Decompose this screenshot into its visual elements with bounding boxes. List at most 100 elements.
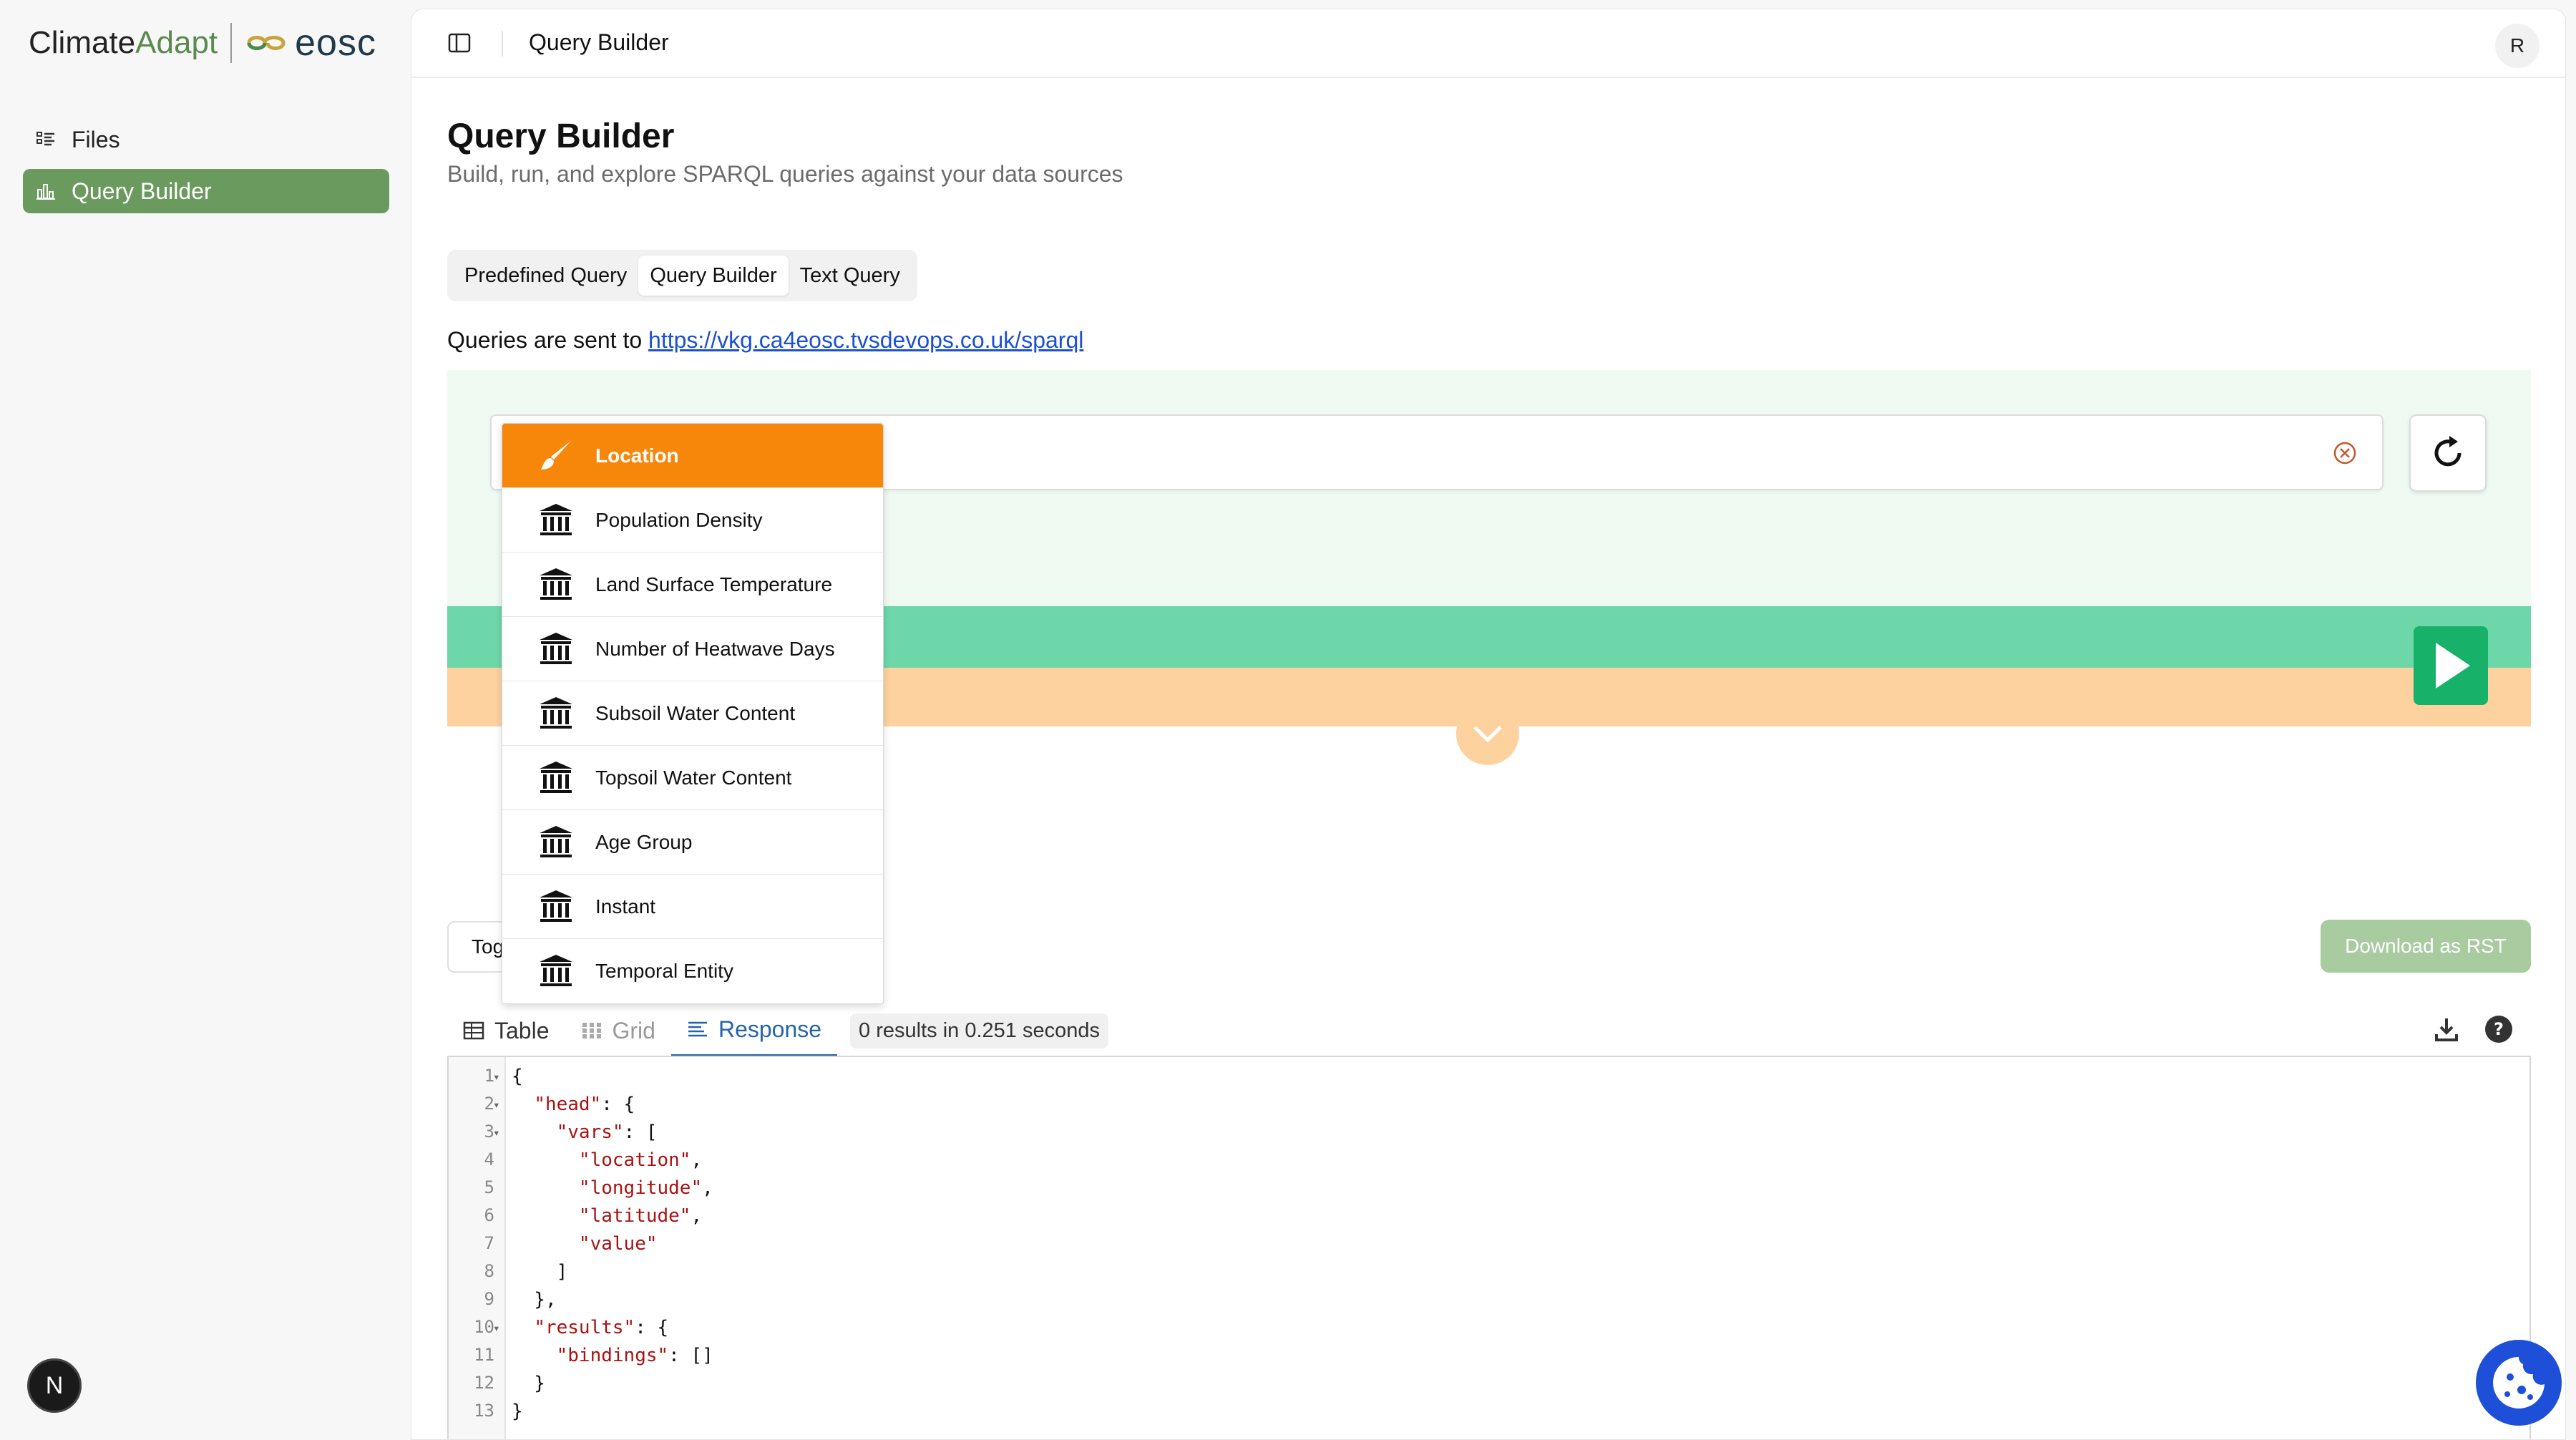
dropdown-item-age-group[interactable]: Age Group [502,810,883,875]
json-string: "head" [534,1094,602,1115]
brand-divider [230,23,233,63]
dropdown-item-population-density[interactable]: Population Density [502,488,883,553]
chart-icon [34,180,57,203]
result-tabs: Table Grid Response 0 results in 0.251 s… [447,1004,1108,1057]
main-panel: Query Builder R Query Builder Build, run… [411,9,2566,1440]
dropdown-item-label: Age Group [595,830,693,853]
code-line: }, [512,1289,557,1310]
tab-table[interactable]: Table [447,1004,565,1057]
tab-predefined-query[interactable]: Predefined Query [453,256,638,296]
cookie-icon [2493,1357,2545,1409]
help-icon[interactable]: ? [2484,1014,2514,1044]
svg-text:?: ? [2494,1019,2504,1039]
dropdown-item-instant[interactable]: Instant [502,875,883,939]
grid-icon [581,1019,604,1042]
dropdown-item-topsoil-water-content[interactable]: Topsoil Water Content [502,746,883,810]
dropdown-item-label: Location [595,444,679,467]
institution-icon [537,952,575,991]
json-string: "longitude" [578,1177,703,1199]
line-number: 12 [474,1373,494,1393]
code-line: "bindings": [] [556,1345,713,1366]
tab-response[interactable]: Response [670,1004,838,1057]
line-number: 11 [474,1345,494,1365]
nextjs-badge[interactable]: N [27,1358,82,1413]
text-lines-icon [687,1018,710,1041]
eosc-logo-icon [247,36,286,50]
avatar[interactable]: R [2495,24,2540,68]
query-mode-tabs: Predefined Query Query Builder Text Quer… [447,250,917,301]
code-line: { [512,1066,523,1087]
endpoint-prefix: Queries are sent to [447,327,649,353]
json-string: "value" [578,1233,658,1255]
institution-icon [537,565,575,604]
endpoint-link[interactable]: https://vkg.ca4eosc.tvsdevops.co.uk/spar… [648,327,1083,353]
dropdown-item-subsoil-water-content[interactable]: Subsoil Water Content [502,681,883,746]
cookie-settings-button[interactable] [2476,1340,2562,1426]
institution-icon [537,501,575,540]
sidebar-item-files[interactable]: Files [23,117,389,162]
code-line: } [512,1401,523,1422]
class-dropdown: Location Population Density Land Surface… [502,423,884,1004]
dropdown-item-label: Population Density [595,508,763,531]
expand-button[interactable] [1456,702,1519,765]
code-line: } [512,1373,545,1394]
line-number: 2 [484,1094,494,1114]
dropdown-item-label: Number of Heatwave Days [595,637,835,660]
brand-climate: Climate [29,25,136,60]
json-string: "latitude" [578,1205,691,1227]
table-icon [463,1019,486,1042]
code-line: "vars": [ [556,1122,658,1143]
dropdown-item-temporal-entity[interactable]: Temporal Entity [502,939,883,1003]
tab-query-builder[interactable]: Query Builder [638,256,789,296]
dropdown-item-label: Subsoil Water Content [595,701,796,724]
fold-toggle-icon[interactable]: ▾ [493,1070,500,1084]
dropdown-item-label: Topsoil Water Content [595,766,792,789]
endpoint-info: Queries are sent to https://vkg.ca4eosc.… [447,327,1083,354]
result-count: 0 results in 0.251 seconds [850,1013,1108,1049]
page-title: Query Builder [447,117,675,155]
response-code-editor[interactable]: 1 ▾{2 ▾ "head": {3 ▾ "vars": [4 "location",… [447,1056,2531,1439]
line-number: 4 [484,1149,494,1169]
brush-icon [537,437,575,475]
brand-adapt: Adapt [135,25,218,60]
line-number: 10 [474,1317,494,1337]
json-string: "location" [578,1149,691,1171]
tab-label: Grid [612,1017,655,1043]
download-icon[interactable] [2432,1016,2461,1044]
refresh-icon [2434,436,2462,467]
reset-button[interactable] [2409,414,2487,492]
code-line: "results": { [534,1317,669,1338]
line-number: 7 [484,1233,494,1253]
code-line: "value" [512,1233,658,1255]
institution-icon [537,630,575,668]
brand-logo[interactable]: Climate Adapt eosc [29,20,376,66]
dropdown-item-location[interactable]: Location [502,424,883,488]
line-number: 8 [484,1261,494,1281]
fold-toggle-icon[interactable]: ▾ [493,1321,500,1335]
topbar-divider [502,31,503,57]
dropdown-item-number-of-heatwave-days[interactable]: Number of Heatwave Days [502,617,883,681]
line-number: 9 [484,1289,494,1309]
list-icon [34,128,57,151]
tab-text-query[interactable]: Text Query [789,256,912,296]
fold-toggle-icon[interactable]: ▾ [493,1126,500,1139]
code-line: "longitude", [578,1177,713,1199]
sidebar-item-query-builder[interactable]: Query Builder [23,169,389,213]
sidebar-item-label: Files [72,126,120,152]
topbar-title: Query Builder [529,29,669,55]
brand-eosc: eosc [295,22,376,64]
page-subtitle: Build, run, and explore SPARQL queries a… [447,161,1123,187]
chevron-down-icon [1473,726,1502,743]
json-string: "vars" [556,1122,624,1143]
line-number: 1 [484,1066,494,1086]
tab-grid[interactable]: Grid [565,1004,671,1057]
line-number: 3 [484,1122,494,1142]
fold-toggle-icon[interactable]: ▾ [493,1098,500,1111]
run-query-button[interactable] [2414,626,2488,705]
sidebar-toggle-icon[interactable] [447,31,472,55]
download-rst-button[interactable]: Download as RST [2321,920,2531,973]
clear-icon[interactable] [2332,440,2358,466]
sidebar: Climate Adapt eosc Files Query Builder N [0,0,411,1440]
institution-icon [537,694,575,733]
dropdown-item-land-surface-temperature[interactable]: Land Surface Temperature [502,553,883,617]
